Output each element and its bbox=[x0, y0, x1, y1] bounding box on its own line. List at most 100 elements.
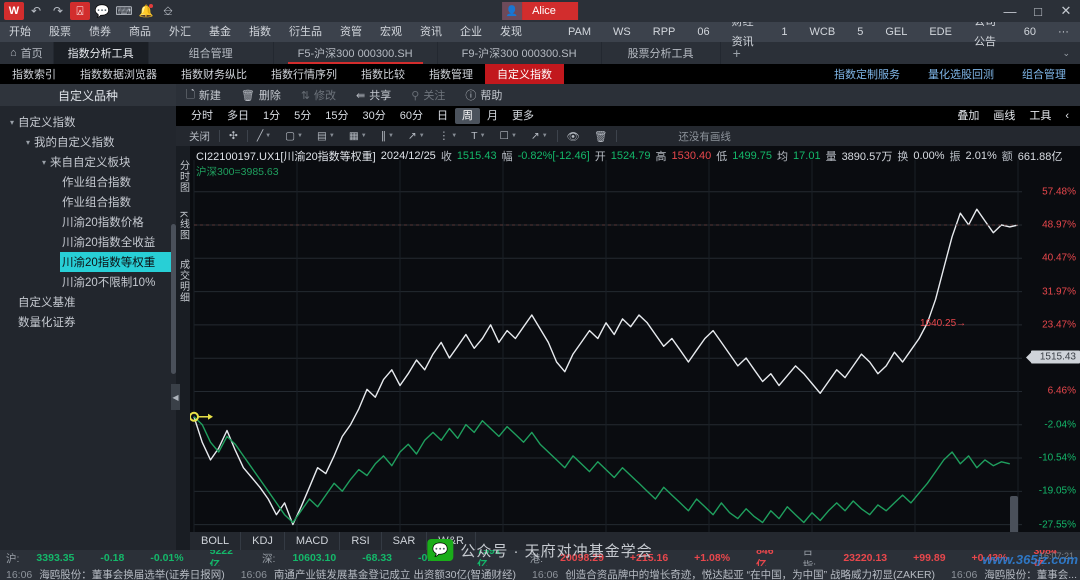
menu-right-7[interactable]: 5 bbox=[846, 22, 874, 42]
comment-icon[interactable]: 💬 bbox=[92, 2, 112, 20]
period-5min[interactable]: 5分 bbox=[287, 108, 318, 124]
period-multiday[interactable]: 多日 bbox=[220, 108, 256, 124]
share-button[interactable]: ⇚ 共享 bbox=[346, 87, 401, 103]
tab-f5-hs300[interactable]: F5-沪深300 000300.SH bbox=[274, 42, 438, 64]
period-month[interactable]: 月 bbox=[480, 108, 505, 124]
tree-item-chuanyu20-no-cap[interactable]: 川渝20不限制10% bbox=[0, 272, 176, 292]
tab-home[interactable]: ⌂ 首页 bbox=[0, 42, 54, 64]
collapse-icon[interactable]: ‹ bbox=[1058, 108, 1076, 124]
minimize-button[interactable]: — bbox=[996, 0, 1024, 22]
menu-item-4[interactable]: 外汇 bbox=[160, 22, 200, 42]
menu-item-11[interactable]: 企业 bbox=[451, 22, 491, 42]
tree-item-homework-portfolio-index-1[interactable]: 作业组合指数 bbox=[0, 172, 176, 192]
menu-right-5[interactable]: 1 bbox=[770, 22, 798, 42]
menu-item-8[interactable]: 资管 bbox=[331, 22, 371, 42]
delete-button[interactable]: 🗑 删除 bbox=[231, 87, 291, 103]
period-60min[interactable]: 60分 bbox=[393, 108, 430, 124]
news-item[interactable]: 16:06 海鸥股份：董事会... bbox=[945, 567, 1080, 580]
window-icon[interactable]: ⎒ bbox=[158, 2, 178, 20]
eye-icon[interactable]: 👁 bbox=[560, 130, 587, 143]
price-chart-svg[interactable] bbox=[190, 146, 1080, 580]
menu-right-8[interactable]: GEL bbox=[874, 22, 918, 42]
menu-right-11[interactable]: 60 bbox=[1013, 22, 1047, 42]
delete-icon[interactable]: 🗑 bbox=[587, 130, 614, 143]
view-tab-intraday[interactable]: 分时图 bbox=[176, 160, 191, 193]
tree-node-custom-index[interactable]: ▾ 自定义指数 bbox=[0, 112, 176, 132]
indicator-boll[interactable]: BOLL bbox=[190, 532, 242, 550]
shape-icon[interactable]: ☐ ▼ bbox=[493, 130, 524, 142]
close-button[interactable]: ✕ bbox=[1052, 0, 1080, 22]
maximize-button[interactable]: □ bbox=[1024, 0, 1052, 22]
drawline-button[interactable]: 画线 bbox=[986, 108, 1022, 124]
user-badge[interactable]: 👤 Alice bbox=[502, 2, 578, 20]
add-tab-button[interactable]: + bbox=[721, 42, 753, 64]
period-15min[interactable]: 15分 bbox=[318, 108, 355, 124]
menu-item-12[interactable]: 发现 bbox=[491, 22, 531, 42]
tree-node-my-custom-index[interactable]: ▾ 我的自定义指数 bbox=[0, 132, 176, 152]
new-button[interactable]: 🗋 新建 bbox=[176, 86, 231, 105]
view-tab-trades[interactable]: 成交明细 bbox=[176, 259, 191, 303]
tab-overflow-icon[interactable]: ⌄ bbox=[1052, 42, 1080, 64]
channel-icon[interactable]: ▤ ▼ bbox=[310, 130, 342, 142]
tree-item-chuanyu20-total-return[interactable]: 川渝20指数全收益 bbox=[0, 232, 176, 252]
news-item[interactable]: 16:06 海鸥股份：董事会换届选举(证券日报网) bbox=[0, 567, 235, 580]
wave-icon[interactable]: ⋮ ▼ bbox=[432, 130, 464, 142]
tab-f9-hs300[interactable]: F9-沪深300 000300.SH bbox=[438, 42, 602, 64]
menu-right-9[interactable]: EDE bbox=[918, 22, 963, 42]
link-index-custom-service[interactable]: 指数定制服务 bbox=[820, 64, 914, 84]
period-30min[interactable]: 30分 bbox=[356, 108, 393, 124]
cursor-icon[interactable]: ✣ bbox=[222, 130, 245, 142]
tools-button[interactable]: 工具 bbox=[1022, 108, 1058, 124]
sidebar-collapse-handle[interactable]: ◀ bbox=[171, 384, 180, 410]
tree-node-quant-securities[interactable]: 数量化证券 bbox=[0, 312, 176, 332]
menu-item-6[interactable]: 指数 bbox=[240, 22, 280, 42]
tree-node-from-custom-board[interactable]: ▾ 来自自定义板块 bbox=[0, 152, 176, 172]
link-portfolio-management[interactable]: 组合管理 bbox=[1008, 64, 1080, 84]
menu-item-10[interactable]: 资讯 bbox=[411, 22, 451, 42]
trendline-icon[interactable]: ╱ ▼ bbox=[250, 130, 278, 142]
news-item[interactable]: 16:06 创造合资品牌中的增长奇迹，悦达起亚 “在中国，为中国” 战略威力初显… bbox=[526, 567, 945, 580]
news-item[interactable]: 16:06 南通产业链发展基金登记成立 出资额30亿(智通财经) bbox=[235, 567, 526, 580]
menu-item-0[interactable]: 开始 bbox=[0, 22, 40, 42]
tree-node-custom-benchmark[interactable]: 自定义基准 bbox=[0, 292, 176, 312]
callout-icon[interactable]: ▢ ▼ bbox=[278, 130, 310, 142]
bell-icon[interactable]: 🔔 bbox=[136, 2, 156, 20]
indicator-sar[interactable]: SAR bbox=[382, 532, 428, 550]
redo-icon[interactable]: ↷ bbox=[48, 2, 68, 20]
menu-item-2[interactable]: 债券 bbox=[80, 22, 120, 42]
tree-item-homework-portfolio-index-2[interactable]: 作业组合指数 bbox=[0, 192, 176, 212]
period-1min[interactable]: 1分 bbox=[256, 108, 287, 124]
sub-tab-index-management[interactable]: 指数管理 bbox=[417, 64, 485, 84]
indicator-kdj[interactable]: KDJ bbox=[241, 532, 285, 550]
menu-right-0[interactable]: PAM bbox=[557, 22, 602, 42]
indicator-macd[interactable]: MACD bbox=[285, 532, 341, 550]
sub-tab-index-data-browser[interactable]: 指数数据浏览器 bbox=[68, 64, 169, 84]
menu-item-9[interactable]: 宏观 bbox=[371, 22, 411, 42]
sub-tab-custom-index[interactable]: 自定义指数 bbox=[485, 64, 564, 84]
link-quant-backtest[interactable]: 量化选股回测 bbox=[914, 64, 1008, 84]
edit-button[interactable]: ⇅ 修改 bbox=[291, 87, 346, 103]
drawing-close-button[interactable]: 关闭 bbox=[182, 129, 217, 144]
tab-portfolio-management[interactable]: 组合管理 bbox=[149, 42, 274, 64]
sub-tab-index-quote-series[interactable]: 指数行情序列 bbox=[259, 64, 349, 84]
tab-stock-analysis[interactable]: 股票分析工具 bbox=[602, 42, 721, 64]
menu-right-1[interactable]: WS bbox=[602, 22, 642, 42]
period-intraday[interactable]: 分时 bbox=[184, 108, 220, 124]
menu-item-7[interactable]: 衍生品 bbox=[280, 22, 331, 42]
menu-item-5[interactable]: 基金 bbox=[200, 22, 240, 42]
gann-icon[interactable]: ↗ ▼ bbox=[401, 130, 432, 142]
period-day[interactable]: 日 bbox=[430, 108, 455, 124]
text-icon[interactable]: T ▼ bbox=[464, 130, 492, 142]
menu-overflow-icon[interactable]: ··· bbox=[1047, 22, 1080, 42]
menu-right-2[interactable]: RPP bbox=[642, 22, 687, 42]
sub-tab-index-comparison[interactable]: 指数比较 bbox=[349, 64, 417, 84]
period-week[interactable]: 周 bbox=[455, 108, 480, 124]
pattern-icon[interactable]: ↗ ▼ bbox=[524, 130, 555, 142]
follow-button[interactable]: ⚲ 关注 bbox=[401, 87, 455, 103]
keyboard-icon[interactable]: ⌨ bbox=[114, 2, 134, 20]
menu-right-6[interactable]: WCB bbox=[799, 22, 847, 42]
chevron-down-icon[interactable]: ▾ bbox=[38, 158, 50, 167]
tree-item-chuanyu20-price[interactable]: 川渝20指数价格 bbox=[0, 212, 176, 232]
tab-index-analysis[interactable]: 指数分析工具 bbox=[53, 42, 149, 64]
help-button[interactable]: ⓘ 帮助 bbox=[455, 87, 512, 103]
